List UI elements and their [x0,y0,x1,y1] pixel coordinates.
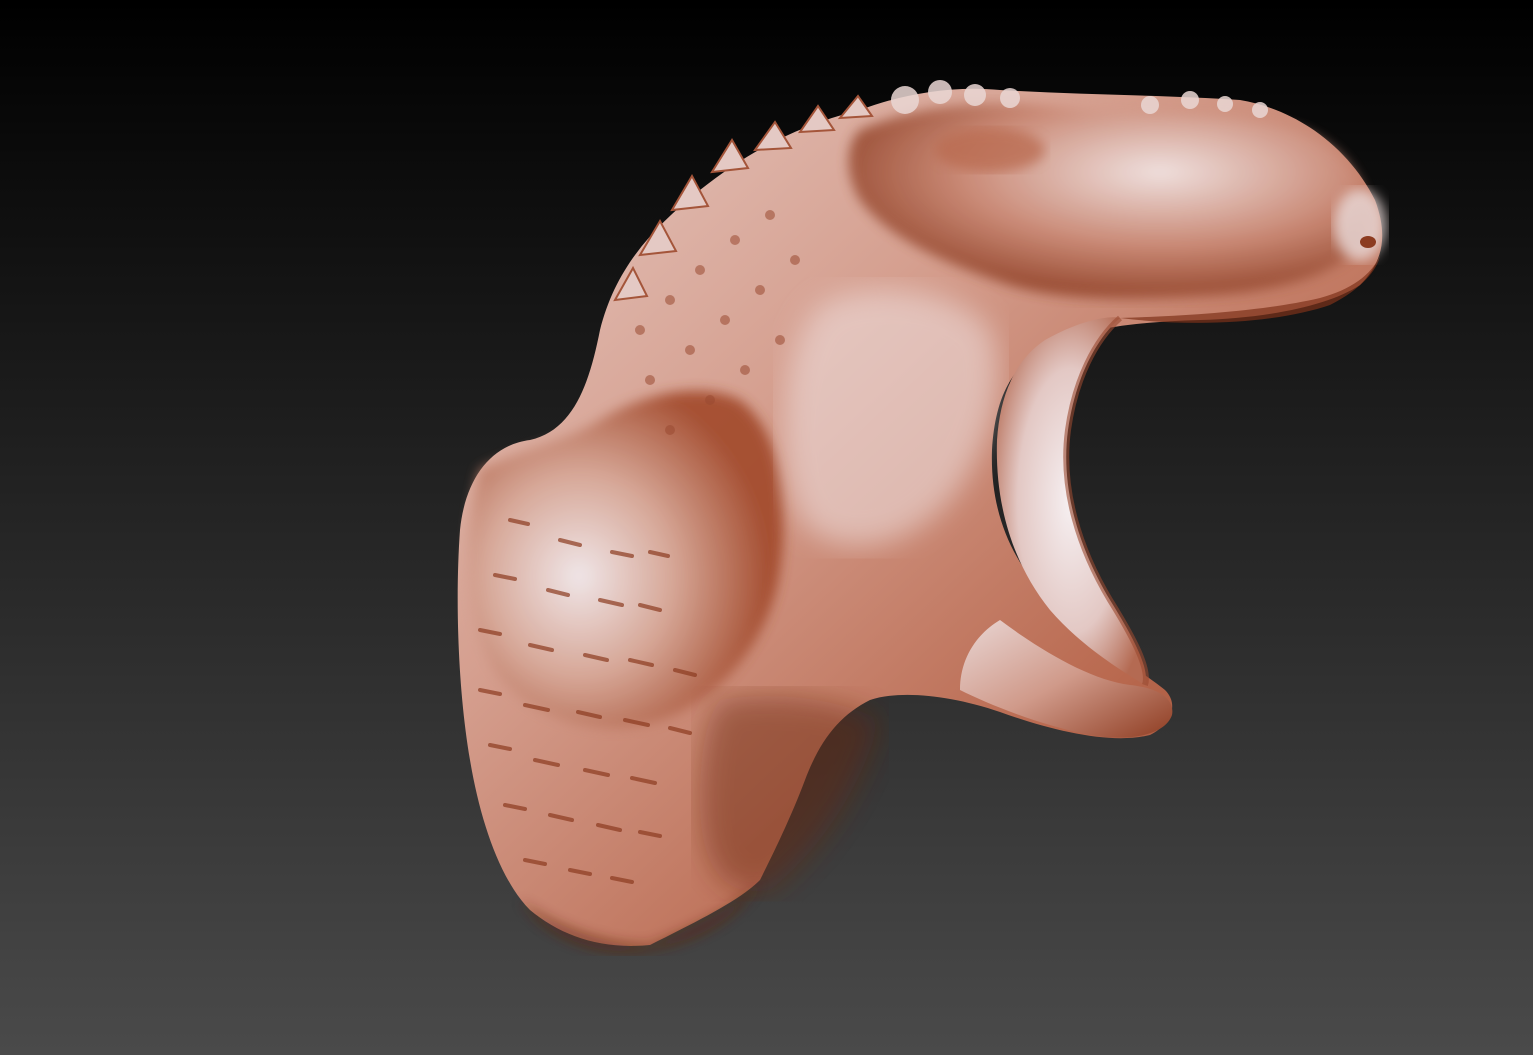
3d-viewport[interactable] [0,0,1533,1055]
eye-socket [935,128,1045,172]
snout-tip [1334,189,1386,261]
viewport-canvas [0,0,1533,1055]
nostril [1360,236,1376,248]
